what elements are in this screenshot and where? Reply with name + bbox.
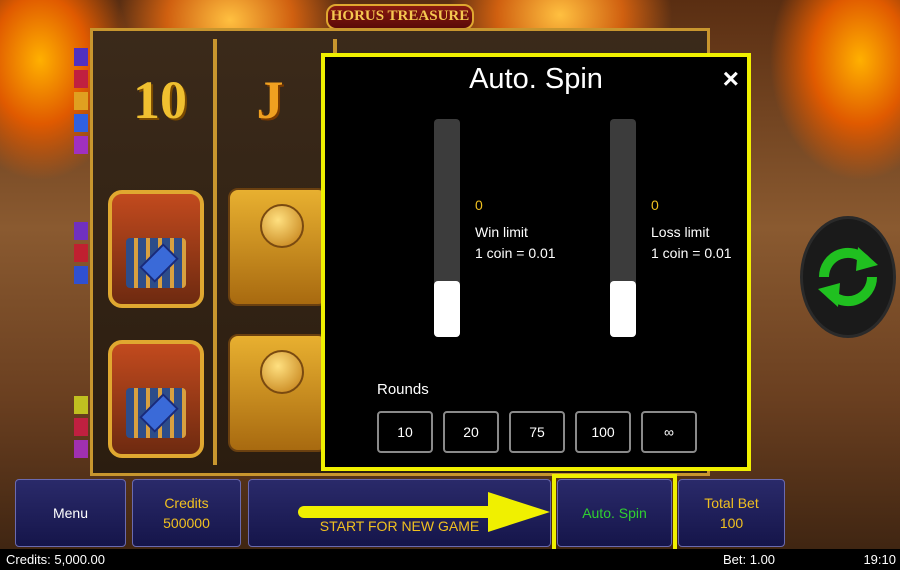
win-limit-value: 0 (475, 197, 483, 213)
rounds-option-10[interactable]: 10 (377, 411, 433, 453)
autospin-highlight-frame (552, 474, 677, 554)
win-limit-note: 1 coin = 0.01 (475, 245, 556, 261)
status-bet: Bet: 1.00 (723, 552, 776, 567)
win-limit-slider[interactable] (434, 119, 460, 337)
game-logo: HORUS TREASURE (326, 4, 474, 30)
total-bet-label: Total Bet (704, 495, 759, 511)
credits-display: Credits 500000 (132, 479, 241, 547)
scarab-symbol (228, 188, 328, 306)
credits-value: 500000 (163, 515, 210, 531)
win-limit-slider-handle[interactable] (434, 281, 460, 337)
paylines-left-top (74, 48, 88, 158)
dialog-title: Auto. Spin (469, 63, 603, 95)
close-icon[interactable]: × (723, 63, 739, 95)
loss-limit-label: Loss limit (651, 224, 710, 240)
total-bet-display[interactable]: Total Bet 100 (678, 479, 785, 547)
loss-limit-note: 1 coin = 0.01 (651, 245, 732, 261)
reel-divider (213, 39, 217, 465)
status-bar: Credits: 5,000.00 Bet: 1.00 19:10 (0, 549, 900, 570)
treasure-chest-symbol (108, 340, 204, 458)
loss-limit-slider[interactable] (610, 119, 636, 337)
symbol-ten: 10 (133, 70, 187, 130)
total-bet-value: 100 (719, 515, 744, 531)
paylines-left-bottom (74, 396, 88, 462)
symbol-jack: J (256, 70, 284, 130)
loss-limit-value: 0 (651, 197, 659, 213)
menu-label: Menu (52, 505, 89, 521)
status-credits: Credits: 5,000.00 (6, 552, 106, 567)
credits-label: Credits (164, 495, 209, 511)
paylines-left-mid (74, 222, 88, 288)
refresh-arrows-icon (818, 247, 878, 307)
rounds-option-75[interactable]: 75 (509, 411, 565, 453)
treasure-chest-symbol (108, 190, 204, 308)
loss-limit-slider-handle[interactable] (610, 281, 636, 337)
win-limit-label: Win limit (475, 224, 528, 240)
rounds-option-infinite[interactable]: ∞ (641, 411, 697, 453)
rounds-option-20[interactable]: 20 (443, 411, 499, 453)
rounds-label: Rounds (377, 381, 429, 398)
scarab-symbol (228, 334, 328, 452)
arrow-right-icon (298, 492, 550, 532)
menu-button[interactable]: Menu (15, 479, 126, 547)
status-clock: 19:10 (863, 552, 896, 567)
rounds-option-100[interactable]: 100 (575, 411, 631, 453)
spin-button[interactable] (800, 216, 896, 338)
autospin-dialog: Auto. Spin × 0 Win limit 1 coin = 0.01 0… (321, 53, 751, 471)
